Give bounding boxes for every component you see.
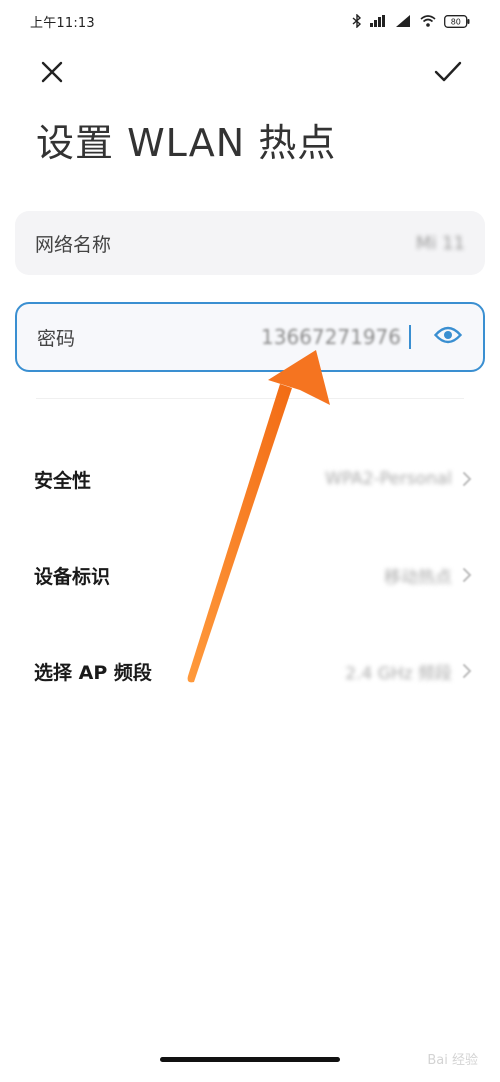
show-password-button[interactable]: [433, 322, 463, 352]
status-time: 上午11:13: [30, 15, 95, 31]
network-name-label: 网络名称: [35, 233, 112, 256]
bluetooth-icon: [352, 14, 362, 28]
eye-icon: [433, 326, 463, 348]
chevron-right-icon: [462, 567, 472, 583]
chevron-right-icon: [462, 471, 472, 487]
status-bar: 上午11:13 80: [30, 10, 470, 32]
signal-secondary-icon: [396, 15, 412, 27]
chevron-right-icon: [462, 663, 472, 679]
battery-icon: 80: [444, 14, 470, 28]
password-value[interactable]: 13667271976: [261, 325, 401, 349]
arrow-shaft: [187, 384, 292, 683]
home-indicator[interactable]: [160, 1057, 340, 1062]
ap-band-value: 2.4 GHz 频段: [345, 663, 452, 684]
page-title: 设置 WLAN 热点: [36, 121, 337, 165]
device-id-label: 设备标识: [34, 565, 111, 588]
confirm-button[interactable]: [430, 56, 466, 92]
signal-icon: [370, 15, 388, 27]
status-icons: 80: [352, 14, 470, 28]
watermark: Bai 经验: [427, 1053, 478, 1068]
screen: 上午11:13 80 设置 WLAN 热点 网络名称 Mi 11 密码 1366…: [0, 0, 500, 1082]
close-icon: [40, 60, 64, 88]
wifi-icon: [420, 15, 436, 27]
close-button[interactable]: [34, 56, 70, 92]
battery-level: 80: [451, 17, 461, 26]
device-id-setting[interactable]: 设备标识 移动热点: [34, 550, 472, 600]
text-cursor: [409, 325, 411, 349]
security-value: WPA2-Personal: [325, 469, 452, 489]
password-field[interactable]: 密码 13667271976: [15, 302, 485, 372]
network-name-field[interactable]: 网络名称 Mi 11: [15, 211, 485, 275]
ap-band-label: 选择 AP 频段: [34, 661, 152, 684]
checkmark-icon: [434, 60, 462, 88]
device-id-value: 移动热点: [384, 567, 452, 588]
network-name-value: Mi 11: [415, 232, 465, 254]
password-label: 密码: [37, 327, 76, 350]
divider: [36, 398, 464, 399]
ap-band-setting[interactable]: 选择 AP 频段 2.4 GHz 频段: [34, 646, 472, 696]
security-setting[interactable]: 安全性 WPA2-Personal: [34, 454, 472, 504]
security-label: 安全性: [34, 469, 92, 492]
